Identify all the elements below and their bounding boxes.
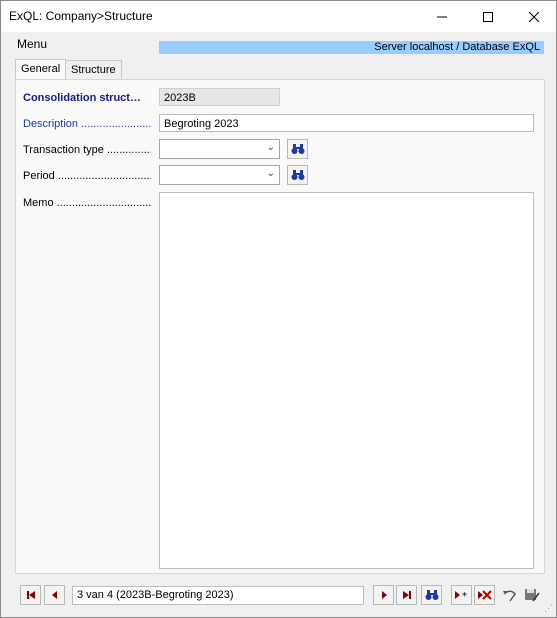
save-button[interactable] bbox=[521, 585, 542, 605]
minimize-icon bbox=[437, 16, 447, 17]
menu-button[interactable]: Menu bbox=[17, 37, 47, 51]
record-position-field: 3 van 4 (2023B-Begroting 2023) bbox=[72, 586, 364, 605]
close-icon bbox=[529, 11, 539, 22]
last-record-button[interactable] bbox=[396, 585, 417, 605]
tab-structure[interactable]: Structure bbox=[65, 60, 122, 80]
window-title: ExQL: Company>Structure bbox=[9, 9, 153, 23]
binoculars-icon bbox=[291, 170, 304, 180]
previous-record-button[interactable] bbox=[44, 585, 65, 605]
resize-grip-icon[interactable]: ⋰ bbox=[544, 603, 553, 614]
close-button[interactable] bbox=[511, 1, 556, 32]
chevron-down-icon: ⌄ bbox=[266, 168, 275, 179]
consolidation-field: 2023B bbox=[159, 88, 280, 106]
next-record-icon bbox=[381, 591, 387, 599]
undo-button[interactable] bbox=[499, 585, 520, 605]
previous-record-icon bbox=[51, 591, 57, 599]
description-label: Description ......................... bbox=[23, 118, 151, 130]
tab-general[interactable]: General bbox=[15, 59, 67, 81]
period-label: Period .................................… bbox=[23, 170, 151, 182]
title-bar: ExQL: Company>Structure bbox=[1, 1, 556, 32]
transaction-type-select[interactable]: ⌄ bbox=[159, 139, 280, 159]
first-record-icon bbox=[26, 591, 35, 599]
chevron-down-icon: ⌄ bbox=[266, 142, 275, 153]
next-record-button[interactable] bbox=[373, 585, 394, 605]
description-field[interactable]: Begroting 2023 bbox=[159, 114, 534, 132]
save-icon bbox=[524, 589, 540, 602]
first-record-button[interactable] bbox=[20, 585, 41, 605]
svg-text:*: * bbox=[462, 591, 467, 600]
memo-textarea[interactable] bbox=[159, 192, 534, 569]
transaction-type-find-button[interactable] bbox=[287, 139, 308, 159]
server-status-text: Server localhost / Database ExQL bbox=[374, 41, 540, 53]
delete-record-icon bbox=[477, 590, 492, 600]
maximize-icon bbox=[483, 11, 493, 22]
period-find-button[interactable] bbox=[287, 165, 308, 185]
undo-icon bbox=[502, 590, 516, 602]
period-select[interactable]: ⌄ bbox=[159, 165, 280, 185]
server-status-bar: Server localhost / Database ExQL bbox=[159, 41, 544, 54]
binoculars-icon bbox=[291, 144, 304, 154]
window: ExQL: Company>Structure Menu Server loca… bbox=[0, 0, 557, 618]
new-record-button[interactable]: * bbox=[451, 585, 472, 605]
delete-record-button[interactable] bbox=[474, 585, 495, 605]
transaction-type-label: Transaction type ............... bbox=[23, 144, 151, 156]
last-record-icon bbox=[402, 591, 411, 599]
find-record-button[interactable] bbox=[421, 585, 442, 605]
consolidation-label: Consolidation struct… bbox=[23, 92, 141, 104]
minimize-button[interactable] bbox=[419, 1, 465, 32]
maximize-button[interactable] bbox=[465, 1, 511, 32]
new-record-icon: * bbox=[454, 591, 467, 600]
memo-label: Memo ...................................… bbox=[23, 197, 151, 209]
binoculars-icon bbox=[425, 590, 438, 600]
